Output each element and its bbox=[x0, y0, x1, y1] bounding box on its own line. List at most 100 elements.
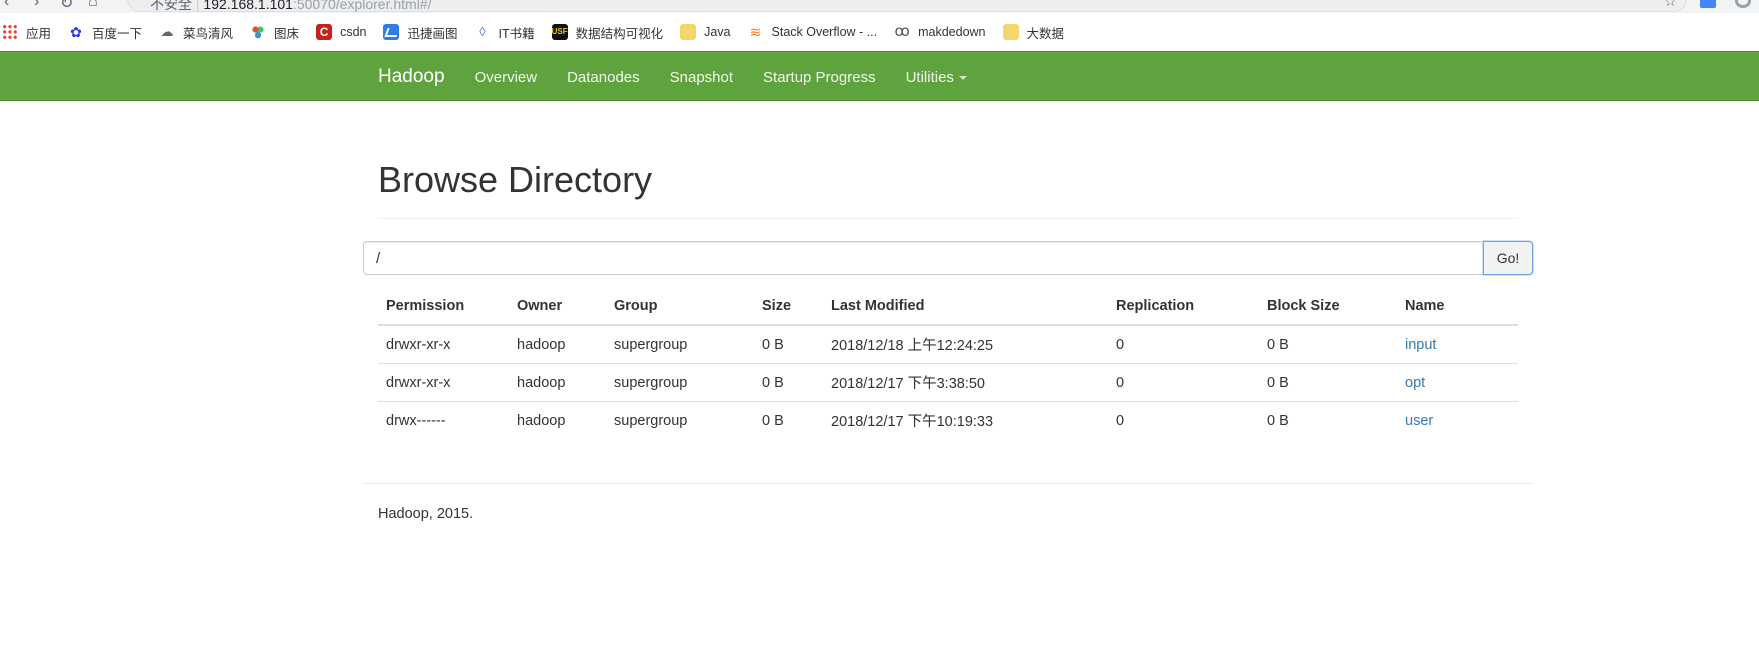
nav-startup-progress[interactable]: Startup Progress bbox=[763, 69, 876, 86]
cell-last-modified: 2018/12/17 下午10:19:33 bbox=[823, 401, 1108, 439]
bookmark-label: 菜鸟清风 bbox=[183, 26, 234, 41]
cell-block-size: 0 B bbox=[1259, 363, 1397, 402]
table-row: drwx------ hadoop supergroup 0 B 2018/12… bbox=[378, 401, 1518, 439]
cainiao-icon: ☁ bbox=[160, 24, 174, 39]
bookmark-tuchuang[interactable]: 图床 bbox=[250, 23, 299, 42]
bookmark-label: 数据结构可视化 bbox=[575, 26, 664, 41]
it-books-icon: ◊ bbox=[479, 24, 486, 39]
xunjie-icon bbox=[383, 24, 400, 40]
cell-owner: hadoop bbox=[509, 324, 606, 364]
cell-group: supergroup bbox=[606, 363, 754, 402]
usf-icon: USF bbox=[551, 24, 568, 40]
directory-link-opt[interactable]: opt bbox=[1405, 375, 1425, 391]
cell-group: supergroup bbox=[606, 401, 754, 439]
folder-icon bbox=[680, 24, 697, 40]
column-header-replication[interactable]: Replication bbox=[1108, 288, 1259, 326]
cell-owner: hadoop bbox=[509, 363, 606, 402]
bookmark-label: Java bbox=[704, 25, 731, 39]
cell-permission: drwx------ bbox=[378, 401, 509, 439]
bookmark-star-icon[interactable]: ☆ bbox=[1664, 0, 1677, 10]
bookmark-label: Stack Overflow - ... bbox=[771, 25, 878, 39]
cell-size: 0 B bbox=[754, 324, 823, 364]
address-text[interactable]: 不安全 | 192.168.1.101:50070/explorer.html#… bbox=[150, 0, 431, 13]
folder-icon bbox=[1002, 24, 1019, 40]
bookmark-baidu[interactable]: ✿ 百度一下 bbox=[68, 23, 142, 42]
page-footer: Hadoop, 2015. bbox=[363, 483, 1533, 522]
extension-icon[interactable] bbox=[1700, 0, 1716, 8]
back-icon[interactable]: ‹ bbox=[4, 0, 9, 11]
column-header-owner[interactable]: Owner bbox=[509, 288, 606, 326]
cell-replication: 0 bbox=[1108, 401, 1259, 439]
cell-replication: 0 bbox=[1108, 363, 1259, 402]
bookmark-xunjie[interactable]: 迅捷画图 bbox=[383, 23, 457, 42]
baidu-paw-icon: ✿ bbox=[70, 24, 82, 40]
cell-owner: hadoop bbox=[509, 401, 606, 439]
bookmark-label: 应用 bbox=[26, 26, 52, 41]
column-header-last-modified[interactable]: Last Modified bbox=[823, 288, 1108, 326]
bookmark-apps[interactable]: 应用 bbox=[2, 23, 51, 42]
nav-datanodes[interactable]: Datanodes bbox=[567, 69, 640, 86]
nav-utilities-label: Utilities bbox=[905, 68, 954, 86]
directory-path-input[interactable] bbox=[363, 241, 1483, 275]
directory-link-user[interactable]: user bbox=[1405, 413, 1433, 429]
column-header-name[interactable]: Name bbox=[1397, 288, 1518, 326]
cell-name: input bbox=[1397, 324, 1518, 364]
column-header-group[interactable]: Group bbox=[606, 288, 754, 326]
bookmark-cainiao[interactable]: ☁ 菜鸟清风 bbox=[159, 23, 234, 42]
table-row: drwxr-xr-x hadoop supergroup 0 B 2018/12… bbox=[378, 363, 1518, 402]
go-button[interactable]: Go! bbox=[1483, 241, 1533, 275]
cell-size: 0 B bbox=[754, 363, 823, 402]
cell-name: user bbox=[1397, 401, 1518, 439]
home-icon[interactable]: ⌂ bbox=[88, 0, 98, 11]
column-header-block-size[interactable]: Block Size bbox=[1259, 288, 1397, 326]
cell-group: supergroup bbox=[606, 324, 754, 364]
csdn-icon: C bbox=[316, 24, 333, 40]
cell-permission: drwxr-xr-x bbox=[378, 324, 509, 364]
tuchuang-icon bbox=[250, 24, 267, 40]
page-title: Browse Directory bbox=[378, 159, 653, 200]
column-header-size[interactable]: Size bbox=[754, 288, 823, 326]
nav-overview[interactable]: Overview bbox=[475, 69, 538, 86]
page-header: Browse Directory bbox=[378, 160, 1518, 219]
path-form: Go! bbox=[363, 241, 1533, 275]
bookmark-label: 大数据 bbox=[1026, 26, 1065, 41]
bookmark-label: IT书籍 bbox=[498, 26, 535, 41]
top-navbar: Hadoop Overview Datanodes Snapshot Start… bbox=[0, 51, 1759, 101]
bookmark-stackoverflow[interactable]: ≋ Stack Overflow - ... bbox=[748, 24, 878, 40]
cell-last-modified: 2018/12/17 下午3:38:50 bbox=[823, 363, 1108, 402]
cell-last-modified: 2018/12/18 上午12:24:25 bbox=[823, 324, 1108, 364]
main-container: Browse Directory Go! Permission Owner Gr… bbox=[363, 101, 1533, 522]
bookmark-label: 图床 bbox=[274, 26, 300, 41]
table-row: drwxr-xr-x hadoop supergroup 0 B 2018/12… bbox=[378, 324, 1518, 364]
browser-toolbar: ‹ › ↻ ⌂ 不安全 | 192.168.1.101:50070/explor… bbox=[0, 0, 1759, 13]
profile-icon[interactable] bbox=[1735, 0, 1751, 8]
bookmark-csdn[interactable]: Ccsdn bbox=[316, 24, 366, 40]
table-header-row: Permission Owner Group Size Last Modifie… bbox=[378, 288, 1518, 326]
nav-utilities-dropdown[interactable]: Utilities bbox=[906, 69, 967, 86]
bookmark-label: csdn bbox=[340, 25, 367, 39]
directory-link-input[interactable]: input bbox=[1405, 337, 1436, 353]
markdown-icon: ꝏ bbox=[894, 23, 910, 40]
reload-icon[interactable]: ↻ bbox=[60, 0, 73, 13]
cell-name: opt bbox=[1397, 363, 1518, 402]
footer-text: Hadoop, 2015. bbox=[378, 506, 474, 522]
cell-replication: 0 bbox=[1108, 324, 1259, 364]
caret-down-icon bbox=[958, 76, 967, 80]
nav-snapshot[interactable]: Snapshot bbox=[670, 69, 733, 86]
bookmark-label: makdedown bbox=[918, 25, 986, 39]
bookmark-markdown[interactable]: ꝏ makdedown bbox=[894, 24, 985, 40]
bookmark-it-books[interactable]: ◊ IT书籍 bbox=[474, 23, 534, 42]
cell-size: 0 B bbox=[754, 401, 823, 439]
column-header-permission[interactable]: Permission bbox=[378, 288, 509, 326]
address-path: :50070/explorer.html#/ bbox=[292, 0, 432, 12]
bookmark-label: 迅捷画图 bbox=[407, 26, 458, 41]
forward-icon[interactable]: › bbox=[34, 0, 39, 11]
bookmark-data-structures[interactable]: USF 数据结构可视化 bbox=[551, 23, 664, 42]
stackoverflow-icon: ≋ bbox=[749, 24, 762, 40]
bookmark-java[interactable]: Java bbox=[680, 24, 731, 40]
apps-grid-icon bbox=[2, 24, 18, 40]
address-host: 192.168.1.101 bbox=[203, 0, 293, 12]
cell-block-size: 0 B bbox=[1259, 324, 1397, 364]
brand-link[interactable]: Hadoop bbox=[378, 66, 445, 88]
bookmark-bigdata[interactable]: 大数据 bbox=[1002, 23, 1065, 42]
